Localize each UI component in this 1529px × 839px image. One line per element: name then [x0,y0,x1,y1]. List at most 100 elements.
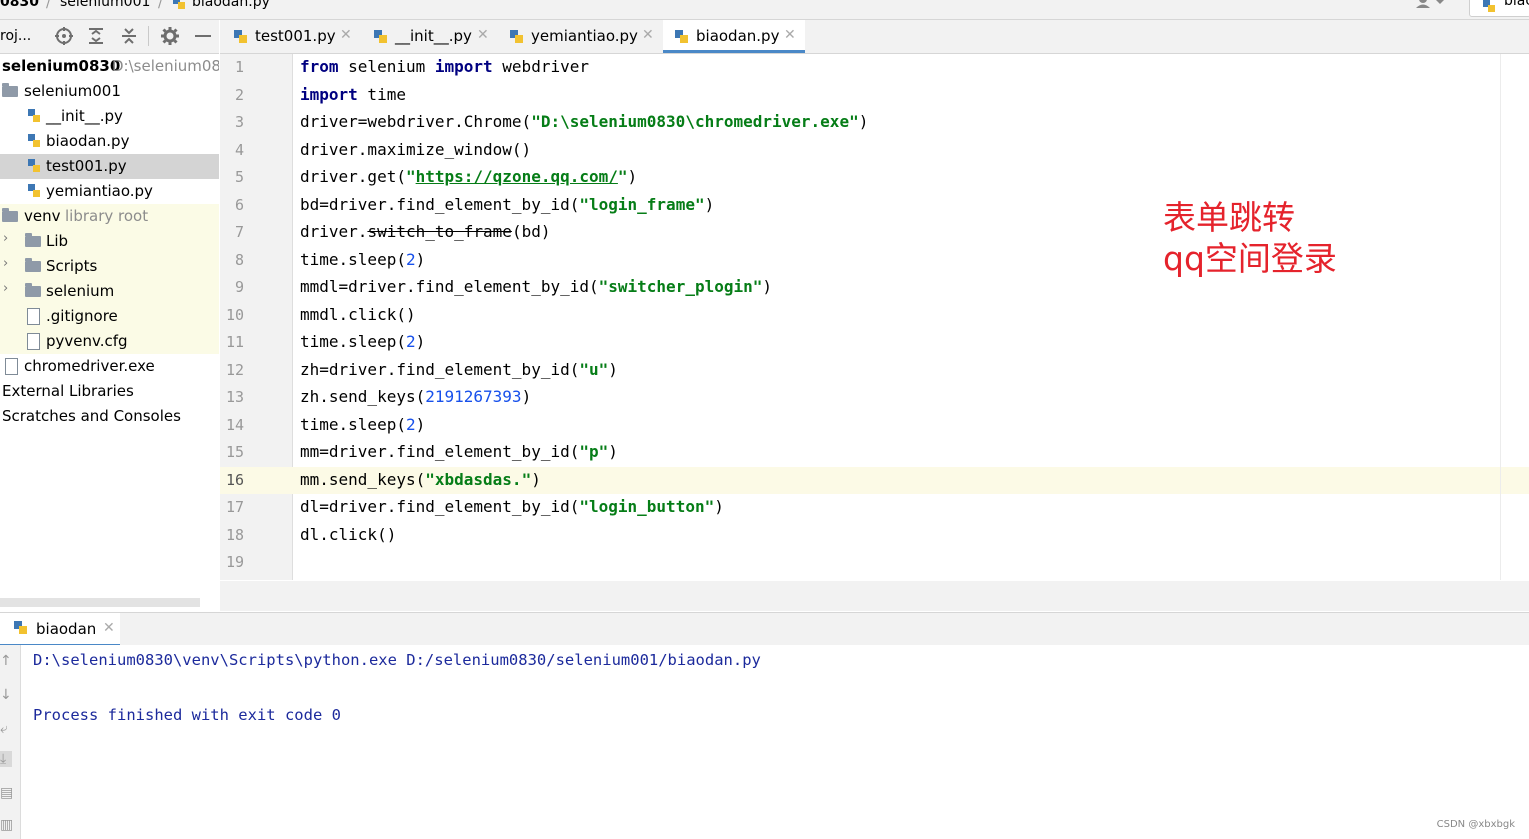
line-number: 9 [234,278,244,296]
code-token: mm.send_keys( [300,469,426,489]
tree-root[interactable]: selenium0830 D:\selenium0830 [0,54,219,79]
chevron-right-icon[interactable]: › [3,256,8,271]
line-number: 11 [225,333,244,351]
code-token: ) [762,277,773,296]
run-console-output[interactable]: D:\selenium0830\venv\Scripts\python.exe … [21,645,1529,839]
code-token: webdriver [492,57,589,76]
folder-icon [25,233,41,247]
code-token: "xbdasdas." [425,469,532,489]
breadcrumb-separator: / [158,0,163,11]
code-token: ) [608,442,618,461]
code-token: from [300,57,339,76]
tree-item-chromedriver[interactable]: chromedriver.exe [0,354,219,379]
print-icon[interactable]: ▤ [0,785,13,801]
tree-item-venv[interactable]: venv library root [0,204,219,229]
soft-wrap-icon[interactable]: ⤶ [0,721,12,737]
run-tab-label: biaodan [36,620,97,638]
code-line: bd=driver.find_element_by_id("login_fram… [300,195,714,214]
python-icon [14,621,27,634]
scroll-to-end-icon[interactable]: ⤓ [0,751,12,767]
line-number: 1 [234,58,244,76]
tree-item-test001[interactable]: test001.py [0,154,219,179]
tab-label: __init__.py [395,27,472,45]
tab-init[interactable]: __init__.py ✕ [360,20,496,53]
run-tab-biaodan[interactable]: biaodan ✕ [0,613,120,646]
breadcrumb-folder[interactable]: selenium001 [60,0,150,10]
code-token: selenium [338,57,435,76]
code-token: time [357,84,406,104]
tab-label: test001.py [255,27,336,45]
tree-item-label: venv [24,207,61,225]
arrow-up-icon[interactable]: ↑ [0,653,12,669]
close-icon[interactable]: ✕ [784,27,796,43]
tree-item-gitignore[interactable]: .gitignore [0,304,219,329]
tree-root-name: selenium0830 [2,57,121,75]
expand-all-icon[interactable] [86,26,106,46]
hide-panel-icon[interactable] [193,26,213,46]
arrow-down-icon[interactable]: ↓ [0,687,12,703]
python-file-icon [1483,0,1495,12]
editor-tabs: test001.py ✕ __init__.py ✕ yemiantiao.py… [220,20,1529,54]
tree-item-scripts[interactable]: › Scripts [0,254,219,279]
code-line: zh.send_keys(2191267393) [300,387,531,406]
tree-item-label: Lib [46,232,69,250]
gear-icon[interactable] [160,26,180,46]
run-configuration-selector[interactable]: biac [1469,0,1529,17]
code-token: ) [531,469,541,489]
code-token: (bd) [511,222,551,241]
tree-item-note: library root [65,207,149,225]
tree-item-biaodan[interactable]: biaodan.py [0,129,219,154]
python-file-icon [675,30,688,43]
tree-item-label: External Libraries [2,382,134,400]
breadcrumb-separator: / [46,0,51,11]
line-number: 18 [225,525,244,544]
code-token: ) [858,112,869,131]
code-line: mm=driver.find_element_by_id("p") [300,442,618,461]
code-token: ) [521,387,532,406]
code-token: dl.click() [300,524,397,544]
project-panel-title[interactable]: roj... [0,28,31,44]
collapse-all-icon[interactable] [119,26,139,46]
tab-test001[interactable]: test001.py ✕ [220,20,358,53]
tree-item-label: Scripts [46,257,98,275]
line-number: 8 [234,250,244,269]
close-icon[interactable]: ✕ [340,27,352,43]
line-number: 7 [234,223,244,241]
code-line: from selenium import webdriver [300,57,589,76]
config-file-icon [27,333,40,350]
chevron-right-icon[interactable]: › [3,231,8,246]
user-icon[interactable] [1414,0,1446,10]
tree-item-selenium[interactable]: › selenium [0,279,219,304]
locate-icon[interactable] [54,26,74,46]
code-token: "u" [579,359,609,379]
line-number: 16 [225,470,244,489]
line-number: 6 [234,195,244,214]
breadcrumb-project[interactable]: 0830 [0,0,39,10]
toolbar-divider [148,26,149,46]
tab-yemiantiao[interactable]: yemiantiao.py ✕ [498,20,661,53]
tab-biaodan[interactable]: biaodan.py ✕ [663,20,805,53]
code-line: driver.maximize_window() [300,140,531,159]
code-line: driver=webdriver.Chrome("D:\selenium0830… [300,112,868,131]
console-exit-message: Process finished with exit code 0 [33,706,341,724]
code-token: driver=webdriver.Chrome( [300,112,532,131]
tree-item-label: Scratches and Consoles [2,407,181,425]
breadcrumb-file[interactable]: biaodan.py [192,0,270,10]
close-icon[interactable]: ✕ [477,27,489,43]
tree-item-pyvenv[interactable]: pyvenv.cfg [0,329,219,354]
code-line: mm.send_keys("xbdasdas.") [300,470,541,489]
code-token: "p" [579,442,609,461]
close-icon[interactable]: ✕ [642,27,654,43]
tree-item-selenium001[interactable]: selenium001 [0,79,219,104]
tree-item-external-libraries[interactable]: External Libraries [0,379,219,404]
close-icon[interactable]: ✕ [103,620,115,636]
tree-item-scratches[interactable]: Scratches and Consoles [0,404,219,429]
folder-icon [25,283,41,297]
code-line: time.sleep(2) [300,250,425,269]
trash-icon[interactable]: ▥ [0,817,13,833]
tree-item-lib[interactable]: › Lib [0,229,219,254]
tree-horizontal-scrollbar[interactable] [0,598,200,607]
chevron-right-icon[interactable]: › [3,281,8,296]
tree-item-yemiantiao[interactable]: yemiantiao.py [0,179,219,204]
tree-item-init[interactable]: __init__.py [0,104,219,129]
